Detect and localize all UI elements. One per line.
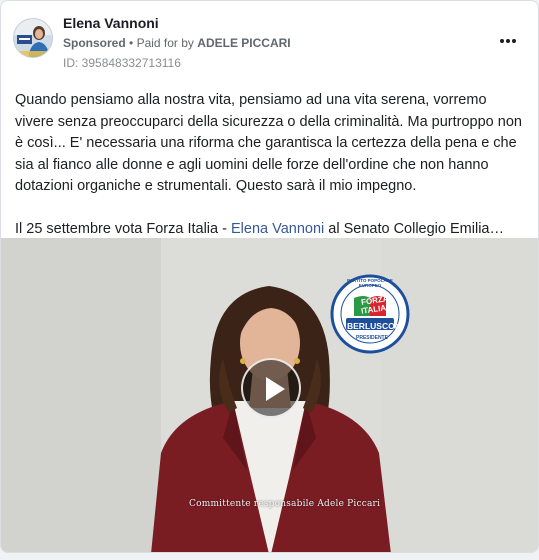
logo-berlusconi: BERLUSCONI <box>347 321 404 331</box>
play-icon <box>266 377 285 401</box>
ad-id: ID: 395848332713116 <box>63 56 181 70</box>
ad-post-card: Elena Vannoni Sponsored • Paid for by AD… <box>0 0 539 553</box>
play-button[interactable] <box>241 358 301 418</box>
video-caption: Committente responsabile Adele Piccari <box>189 499 381 509</box>
page-name-link[interactable]: Elena Vannoni <box>63 15 159 31</box>
more-options-button[interactable] <box>494 29 522 53</box>
logo-ring-text: PARTITO POPOLARE EUROPEO <box>347 278 393 288</box>
sponsored-meta: Sponsored • Paid for by ADELE PICCARI <box>63 36 291 50</box>
cta-before: Il 25 settembre vota Forza Italia - <box>15 221 231 237</box>
post-header: Elena Vannoni Sponsored • Paid for by AD… <box>1 1 538 79</box>
paid-for-prefix: Paid for by <box>136 36 194 50</box>
meta-separator: • <box>129 36 134 50</box>
logo-presidente: PRESIDENTE <box>356 335 388 341</box>
post-text: Quando pensiamo alla nostra vita, pensia… <box>15 90 527 241</box>
more-horizontal-icon <box>498 39 517 43</box>
avatar-image <box>14 19 52 57</box>
page-avatar[interactable] <box>13 18 53 58</box>
paid-for-name: ADELE PICCARI <box>197 36 291 50</box>
candidate-link[interactable]: Elena Vannoni <box>231 221 324 237</box>
sponsored-label: Sponsored <box>63 36 126 50</box>
post-paragraph: Quando pensiamo alla nostra vita, pensia… <box>15 92 522 194</box>
cta-after: al Senato Collegio Emilia… <box>324 221 504 237</box>
